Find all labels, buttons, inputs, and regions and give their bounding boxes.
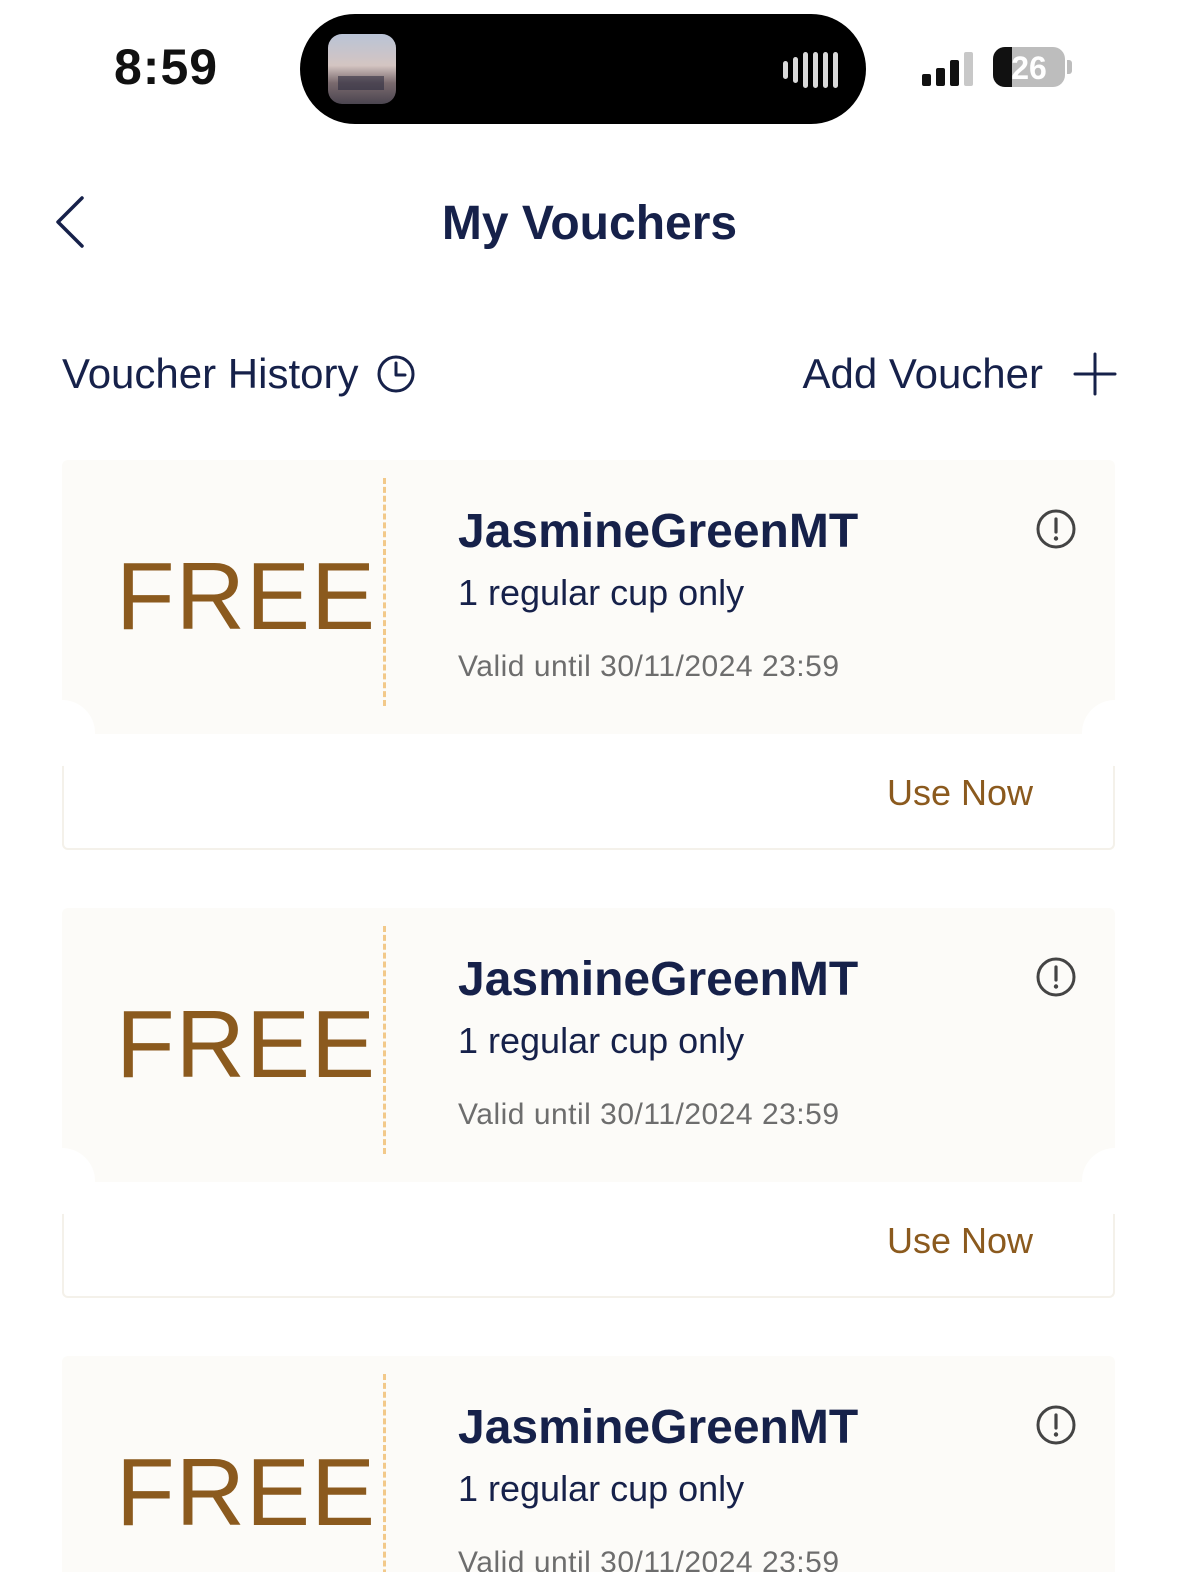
signal-icon [922,50,973,86]
voucher-card: FREE JasmineGreenMT 1 regular cup only V… [29,908,1148,1298]
voucher-card-footer: Use Now [62,734,1115,850]
voucher-card: FREE JasmineGreenMT 1 regular cup only V… [62,1356,1115,1572]
voucher-badge: FREE [116,991,377,1098]
voucher-badge: FREE [116,543,377,650]
waveform-icon [783,52,838,88]
clock-icon [377,355,415,393]
voucher-validity: Valid until 30/11/2024 23:59 [458,1098,840,1131]
voucher-name: JasmineGreenMT [458,1401,859,1454]
voucher-validity: Valid until 30/11/2024 23:59 [458,650,840,683]
voucher-card-footer: Use Now [62,1182,1115,1298]
ticket-notch [1082,1148,1148,1214]
dashed-divider [383,478,386,706]
voucher-history-label: Voucher History [62,350,359,397]
voucher-description: 1 regular cup only [458,572,745,613]
voucher-name: JasmineGreenMT [458,953,859,1006]
info-icon[interactable] [1035,508,1077,550]
add-voucher-label: Add Voucher [802,350,1043,397]
voucher-card: FREE JasmineGreenMT 1 regular cup only V… [29,460,1148,850]
battery-cap [1067,60,1072,74]
plus-icon [1073,352,1117,396]
voucher-card-body: FREE JasmineGreenMT 1 regular cup only V… [62,1356,1115,1572]
ticket-notch [29,1148,95,1214]
status-time: 8:59 [114,39,219,95]
battery-icon: 26 [993,47,1065,87]
add-voucher-button[interactable]: Add Voucher [802,350,1117,398]
voucher-description: 1 regular cup only [458,1468,745,1509]
voucher-history-button[interactable]: Voucher History [62,350,416,398]
voucher-card-body: FREE JasmineGreenMT 1 regular cup only V… [62,460,1115,734]
voucher-validity: Valid until 30/11/2024 23:59 [458,1546,840,1572]
dashed-divider [383,926,386,1154]
ticket-notch [29,700,95,766]
dashed-divider [383,1374,386,1572]
voucher-badge: FREE [116,1439,377,1546]
now-playing-artwork [328,34,396,104]
dynamic-island[interactable] [300,14,866,124]
voucher-description: 1 regular cup only [458,1020,745,1061]
page-title: My Vouchers [441,197,738,250]
ticket-notch [1082,700,1148,766]
use-now-button[interactable]: Use Now [887,772,1033,814]
battery-level: 26 [1011,50,1047,86]
info-icon[interactable] [1035,1404,1077,1446]
voucher-card-body: FREE JasmineGreenMT 1 regular cup only V… [62,908,1115,1182]
info-icon[interactable] [1035,956,1077,998]
use-now-button[interactable]: Use Now [887,1220,1033,1262]
voucher-name: JasmineGreenMT [458,505,859,558]
